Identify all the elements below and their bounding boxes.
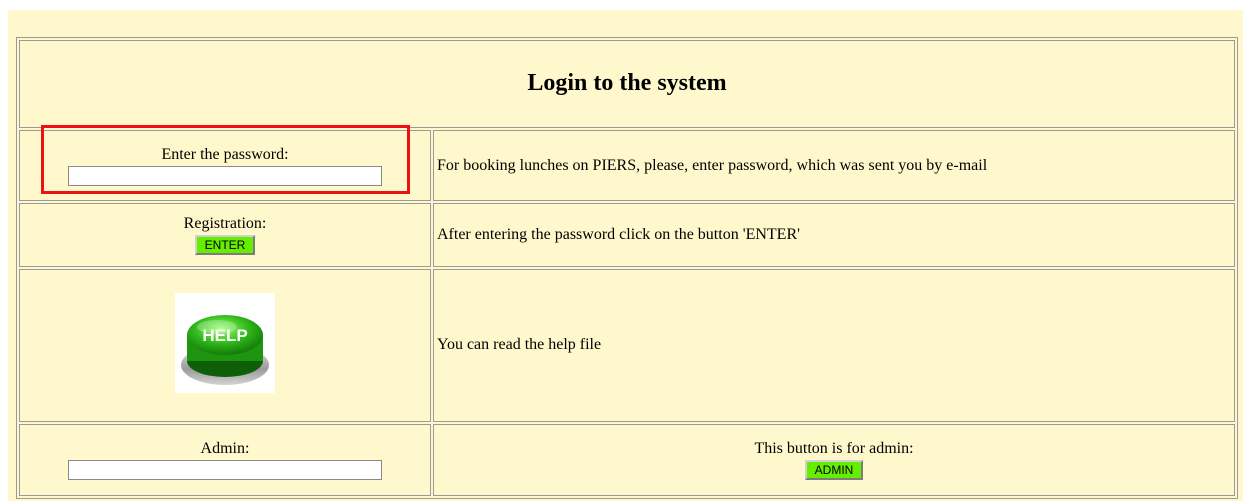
password-row: Enter the password: For booking lunches … [19,129,1235,202]
registration-description: After entering the password click on the… [433,203,1235,268]
admin-label: Admin: [200,439,250,457]
help-cell: HELP [19,269,431,422]
help-row: HELP You can read the help file [19,269,1235,422]
password-label: Enter the password: [161,145,289,163]
login-table: Login to the system Enter the password: … [16,37,1238,499]
admin-cell: Admin: [19,423,431,496]
password-cell: Enter the password: [19,129,431,202]
title-cell: Login to the system [19,40,1235,128]
enter-button[interactable]: ENTER [194,235,256,256]
admin-description: This button is for admin: [754,439,914,457]
help-icon-text: HELP [202,326,247,345]
admin-button-cell: This button is for admin: ADMIN [433,423,1235,496]
admin-row: Admin: This button is for admin: ADMIN [19,423,1235,496]
registration-row: Registration: ENTER After entering the p… [19,203,1235,268]
help-button-icon[interactable]: HELP [175,292,275,393]
password-description: For booking lunches on PIERS, please, en… [433,129,1235,202]
page-title: Login to the system [527,70,727,97]
admin-button[interactable]: ADMIN [804,459,864,480]
password-input[interactable] [68,165,382,186]
registration-label: Registration: [183,215,267,233]
help-description: You can read the help file [433,269,1235,422]
admin-password-input[interactable] [68,459,382,480]
registration-cell: Registration: ENTER [19,203,431,268]
